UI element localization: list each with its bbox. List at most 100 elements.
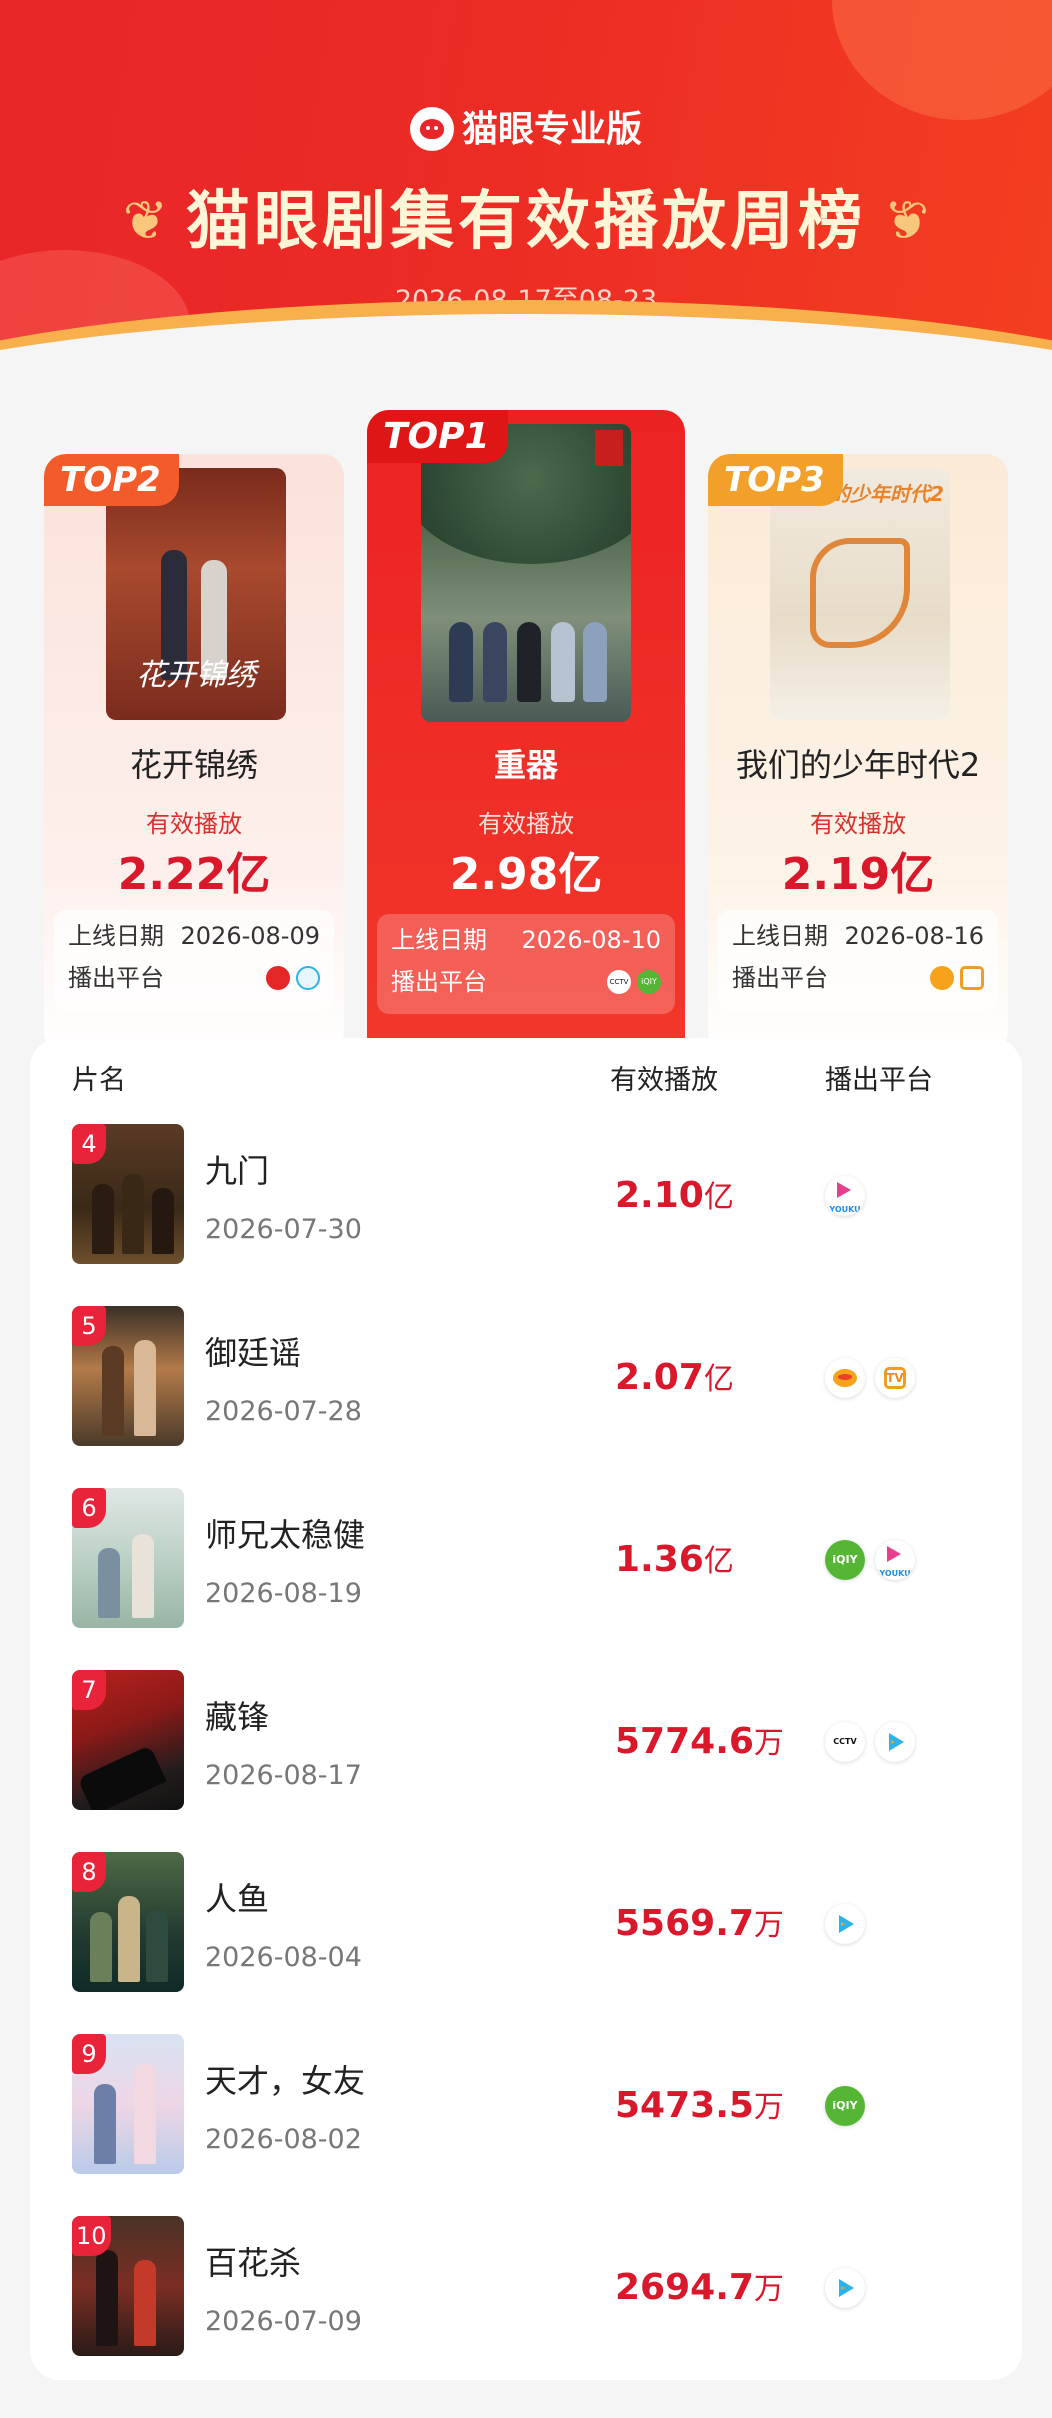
- release-date: 2026-07-30: [205, 1214, 362, 1245]
- thumb-figure: [134, 1340, 156, 1436]
- release-date: 2026-08-09: [180, 922, 320, 950]
- play-unit: 万: [753, 2272, 784, 2307]
- rank-badge: 8: [72, 1852, 106, 1892]
- release-date: 2026-08-19: [205, 1578, 362, 1609]
- play-unit: 亿: [703, 1362, 734, 1397]
- tencent-video-icon: [825, 2268, 865, 2308]
- release-date: 2026-08-10: [521, 926, 661, 954]
- poster-figure: [583, 622, 607, 702]
- play-number: 5774.6: [615, 1721, 754, 1762]
- iqiyi-icon: iQIY: [825, 1540, 865, 1580]
- platform-label: 播出平台: [391, 968, 487, 996]
- header-platform: 播出平台: [825, 1065, 933, 1096]
- brand-name: 猫眼专业版: [461, 109, 642, 150]
- platform-icons: TV: [825, 1358, 925, 1400]
- release-date: 2026-08-04: [205, 1942, 362, 1973]
- brand: 猫眼专业版: [0, 100, 1052, 152]
- play-value: 2.98亿: [449, 849, 603, 900]
- play-number: 5473.5: [615, 2085, 754, 2126]
- info-box: 上线日期 2026-08-10 播出平台 CCTV iQIY: [377, 914, 675, 1014]
- list-item[interactable]: 4 九门 2026-07-30 2.10亿 YOUKU: [30, 1116, 1022, 1298]
- play-unit: 亿: [703, 1544, 734, 1579]
- list-item[interactable]: 8 人鱼 2026-08-04 5569.7万: [30, 1844, 1022, 2026]
- thumb-figure: [96, 2250, 118, 2346]
- drama-title: 藏锋: [205, 1698, 270, 1736]
- platform-label: 播出平台: [732, 964, 828, 992]
- play-value: 2.10亿: [615, 1172, 734, 1216]
- play-unit: 亿: [703, 1180, 734, 1215]
- list-item[interactable]: 6 师兄太稳健 2026-08-19 1.36亿 iQIY YOUKU: [30, 1480, 1022, 1662]
- thumb-figure: [152, 1188, 174, 1254]
- play-value: 1.36亿: [615, 1536, 734, 1580]
- release-row: 上线日期 2026-08-10: [391, 920, 661, 960]
- ranking-list: 片名 有效播放 播出平台 4 九门 2026-07-30 2.10亿 YOUKU…: [30, 1038, 1022, 2380]
- info-box: 上线日期 2026-08-09 播出平台: [54, 910, 334, 1010]
- poster-caption: 花开锦绣: [136, 658, 256, 693]
- info-box: 上线日期 2026-08-16 播出平台: [718, 910, 998, 1010]
- release-date: 2026-08-16: [844, 922, 984, 950]
- play-value: 5473.5万: [615, 2082, 784, 2126]
- platform-icons: CCTV iQIY: [601, 970, 661, 996]
- play-unit: 万: [753, 1726, 784, 1761]
- play-value: 2.19亿: [781, 849, 935, 900]
- maoyan-logo-icon: [409, 107, 454, 151]
- poster-stamp: [595, 430, 623, 466]
- platform-icons: YOUKU: [825, 1176, 875, 1218]
- page-title: ❦ 猫眼剧集有效播放周榜 ❦: [0, 170, 1052, 262]
- list-item[interactable]: 9 天才，女友 2026-08-02 5473.5万 iQIY: [30, 2026, 1022, 2208]
- play-value: 5569.7万: [615, 1900, 784, 1944]
- mango-tv-icon: [825, 1358, 865, 1398]
- rank-badge: 5: [72, 1306, 106, 1346]
- platform-icons: iQIY: [825, 2086, 875, 2128]
- youku-icon: YOUKU: [875, 1540, 915, 1580]
- cctv-red-icon: [266, 966, 290, 990]
- poster-figure: [517, 622, 541, 702]
- drama-title: 重器: [493, 746, 558, 784]
- podium-card-top2[interactable]: 花开锦绣 TOP2 花开锦绣 有效播放 2.22亿 上线日期 2026-08-0…: [44, 454, 344, 1054]
- platform-icons: [924, 966, 984, 992]
- thumb-figure: [132, 1534, 154, 1618]
- rank-badge: 6: [72, 1488, 106, 1528]
- release-label: 上线日期: [732, 922, 828, 950]
- list-item[interactable]: 7 藏锋 2026-08-17 5774.6万 CCTV: [30, 1662, 1022, 1844]
- iqiyi-icon: iQIY: [825, 2086, 865, 2126]
- laurel-left-icon: ❦: [122, 189, 172, 252]
- tencent-video-icon: [825, 1904, 865, 1944]
- play-unit: 万: [753, 2090, 784, 2125]
- thumb-figure: [134, 2064, 156, 2164]
- metric-label: 有效播放: [146, 810, 242, 838]
- poster-image: [421, 424, 631, 722]
- drama-title: 我们的少年时代2: [735, 746, 981, 784]
- platform-row: 播出平台: [68, 958, 320, 998]
- rank-badge: 4: [72, 1124, 106, 1164]
- youku-icon: YOUKU: [825, 1176, 865, 1216]
- rank-tag: TOP2: [44, 454, 179, 506]
- list-item[interactable]: 5 御廷谣 2026-07-28 2.07亿 TV: [30, 1298, 1022, 1480]
- list-header: 片名 有效播放 播出平台: [30, 1058, 1022, 1098]
- drama-title: 天才，女友: [205, 2062, 366, 2100]
- thumb-figure: [118, 1896, 140, 1982]
- podium-card-top3[interactable]: 我们的少年时代2 TOP3 我们的少年时代2 有效播放 2.19亿 上线日期 2…: [708, 454, 1008, 1054]
- thumb-figure: [77, 1744, 167, 1810]
- drama-title: 师兄太稳健: [205, 1516, 366, 1554]
- podium-card-top1[interactable]: TOP1 重器 有效播放 2.98亿 上线日期 2026-08-10 播出平台 …: [367, 410, 685, 1060]
- thumb-figure: [102, 1346, 124, 1436]
- platform-icons: [825, 2268, 875, 2310]
- play-number: 5569.7: [615, 1903, 754, 1944]
- thumb-figure: [134, 2260, 156, 2346]
- release-date: 2026-07-09: [205, 2306, 362, 2337]
- drama-title: 百花杀: [205, 2244, 302, 2282]
- thumb-figure: [94, 2084, 116, 2164]
- thumb-figure: [90, 1912, 112, 1982]
- play-number: 2.10: [615, 1175, 704, 1216]
- play-unit: 万: [753, 1908, 784, 1943]
- platform-icons: CCTV: [825, 1722, 925, 1764]
- thumb-figure: [98, 1548, 120, 1618]
- list-item[interactable]: 10 百花杀 2026-07-09 2694.7万: [30, 2208, 1022, 2390]
- platform-row: 播出平台 CCTV iQIY: [391, 962, 661, 1002]
- poster-figure: [449, 622, 473, 702]
- play-number: 2694.7: [615, 2267, 754, 2308]
- play-number: 1.36: [615, 1539, 704, 1580]
- mgtv-icon: TV: [875, 1358, 915, 1398]
- platform-icons: [825, 1904, 875, 1946]
